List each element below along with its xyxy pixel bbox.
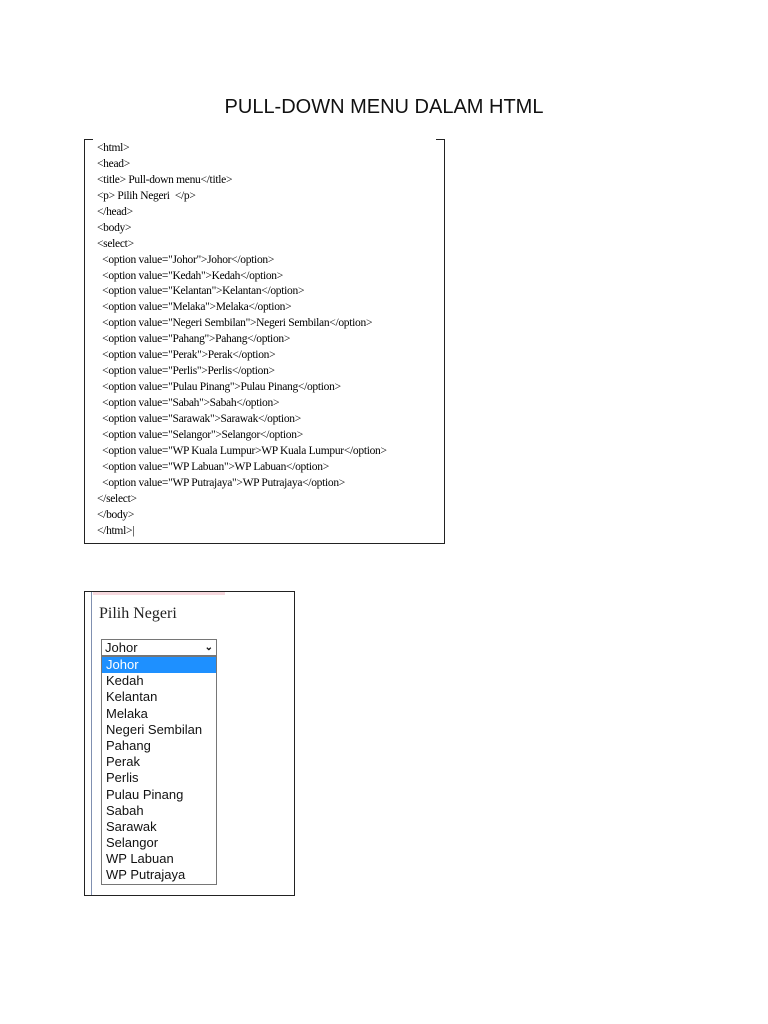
- code-line: </select>: [97, 492, 137, 505]
- code-line: <option value="Negeri Sembilan">Negeri S…: [97, 317, 373, 330]
- option-item[interactable]: Kelantan: [102, 689, 216, 705]
- code-line: </body>: [97, 508, 135, 521]
- code-line: <option value="Kelantan">Kelantan</optio…: [97, 285, 305, 298]
- chevron-down-icon: ⌄: [204, 642, 213, 653]
- option-item[interactable]: Perlis: [102, 770, 216, 786]
- code-line: <p> Pilih Negeri </p>: [97, 189, 196, 202]
- option-item[interactable]: Kedah: [102, 673, 216, 689]
- option-item[interactable]: Sarawak: [102, 819, 216, 835]
- code-line: <option value="Perlis">Perlis</option>: [97, 365, 275, 378]
- code-line: <body>: [97, 221, 132, 234]
- code-line: <option value="WP Kuala Lumpur>WP Kuala …: [97, 444, 387, 457]
- selected-value: Johor: [105, 640, 138, 655]
- option-item[interactable]: Johor: [102, 657, 216, 674]
- code-line: <title> Pull-down menu</title>: [97, 173, 233, 186]
- option-item[interactable]: Sabah: [102, 803, 216, 819]
- option-item[interactable]: Pahang: [102, 738, 216, 754]
- option-item[interactable]: Perak: [102, 754, 216, 770]
- code-line: <option value="WP Putrajaya">WP Putrajay…: [97, 476, 345, 489]
- option-item[interactable]: Melaka: [102, 706, 216, 722]
- code-line: </html>|: [97, 524, 135, 537]
- code-line: </head>: [97, 205, 133, 218]
- code-line: <option value="Perak">Perak</option>: [97, 349, 276, 362]
- pilih-negeri-label: Pilih Negeri: [99, 605, 177, 622]
- code-line: <option value="Pulau Pinang">Pulau Pinan…: [97, 381, 341, 394]
- code-line: <option value="Pahang">Pahang</option>: [97, 333, 291, 346]
- code-line: <option value="Melaka">Melaka</option>: [97, 301, 292, 314]
- option-item[interactable]: Pulau Pinang: [102, 787, 216, 803]
- option-item[interactable]: Selangor: [102, 835, 216, 851]
- code-line: <option value="Johor">Johor</option>: [97, 253, 275, 266]
- option-item[interactable]: WP Labuan: [102, 851, 216, 867]
- code-line: <option value="Selangor">Selangor</optio…: [97, 428, 303, 441]
- code-line: <select>: [97, 237, 134, 250]
- page-title: PULL-DOWN MENU DALAM HTML: [224, 96, 544, 118]
- code-line: <html>: [97, 142, 130, 154]
- code-line: <option value="WP Labuan">WP Labuan</opt…: [97, 460, 329, 473]
- dropdown-list[interactable]: Johor Kedah Kelantan Melaka Negeri Sembilan P…: [101, 656, 217, 885]
- divider: [91, 592, 92, 895]
- code-line: <option value="Kedah">Kedah</option>: [97, 269, 283, 282]
- browser-preview: Pilih Negeri Johor ⌄ Johor Kedah Kelantan M…: [84, 591, 295, 896]
- state-select[interactable]: Johor ⌄: [101, 639, 217, 656]
- divider: [93, 592, 225, 595]
- option-item[interactable]: Negeri Sembilan: [102, 722, 216, 738]
- code-line: <option value="Sabah">Sabah</option>: [97, 397, 280, 409]
- option-item[interactable]: WP Putrajaya: [102, 867, 216, 883]
- code-line: <head>: [97, 157, 130, 170]
- code-line: <option value="Sarawak">Sarawak</option>: [97, 412, 301, 425]
- code-lines: <html> <head> <title> Pull-down menu</titl…: [97, 141, 387, 539]
- code-listing: <html> <head> <title> Pull-down menu</titl…: [84, 139, 445, 544]
